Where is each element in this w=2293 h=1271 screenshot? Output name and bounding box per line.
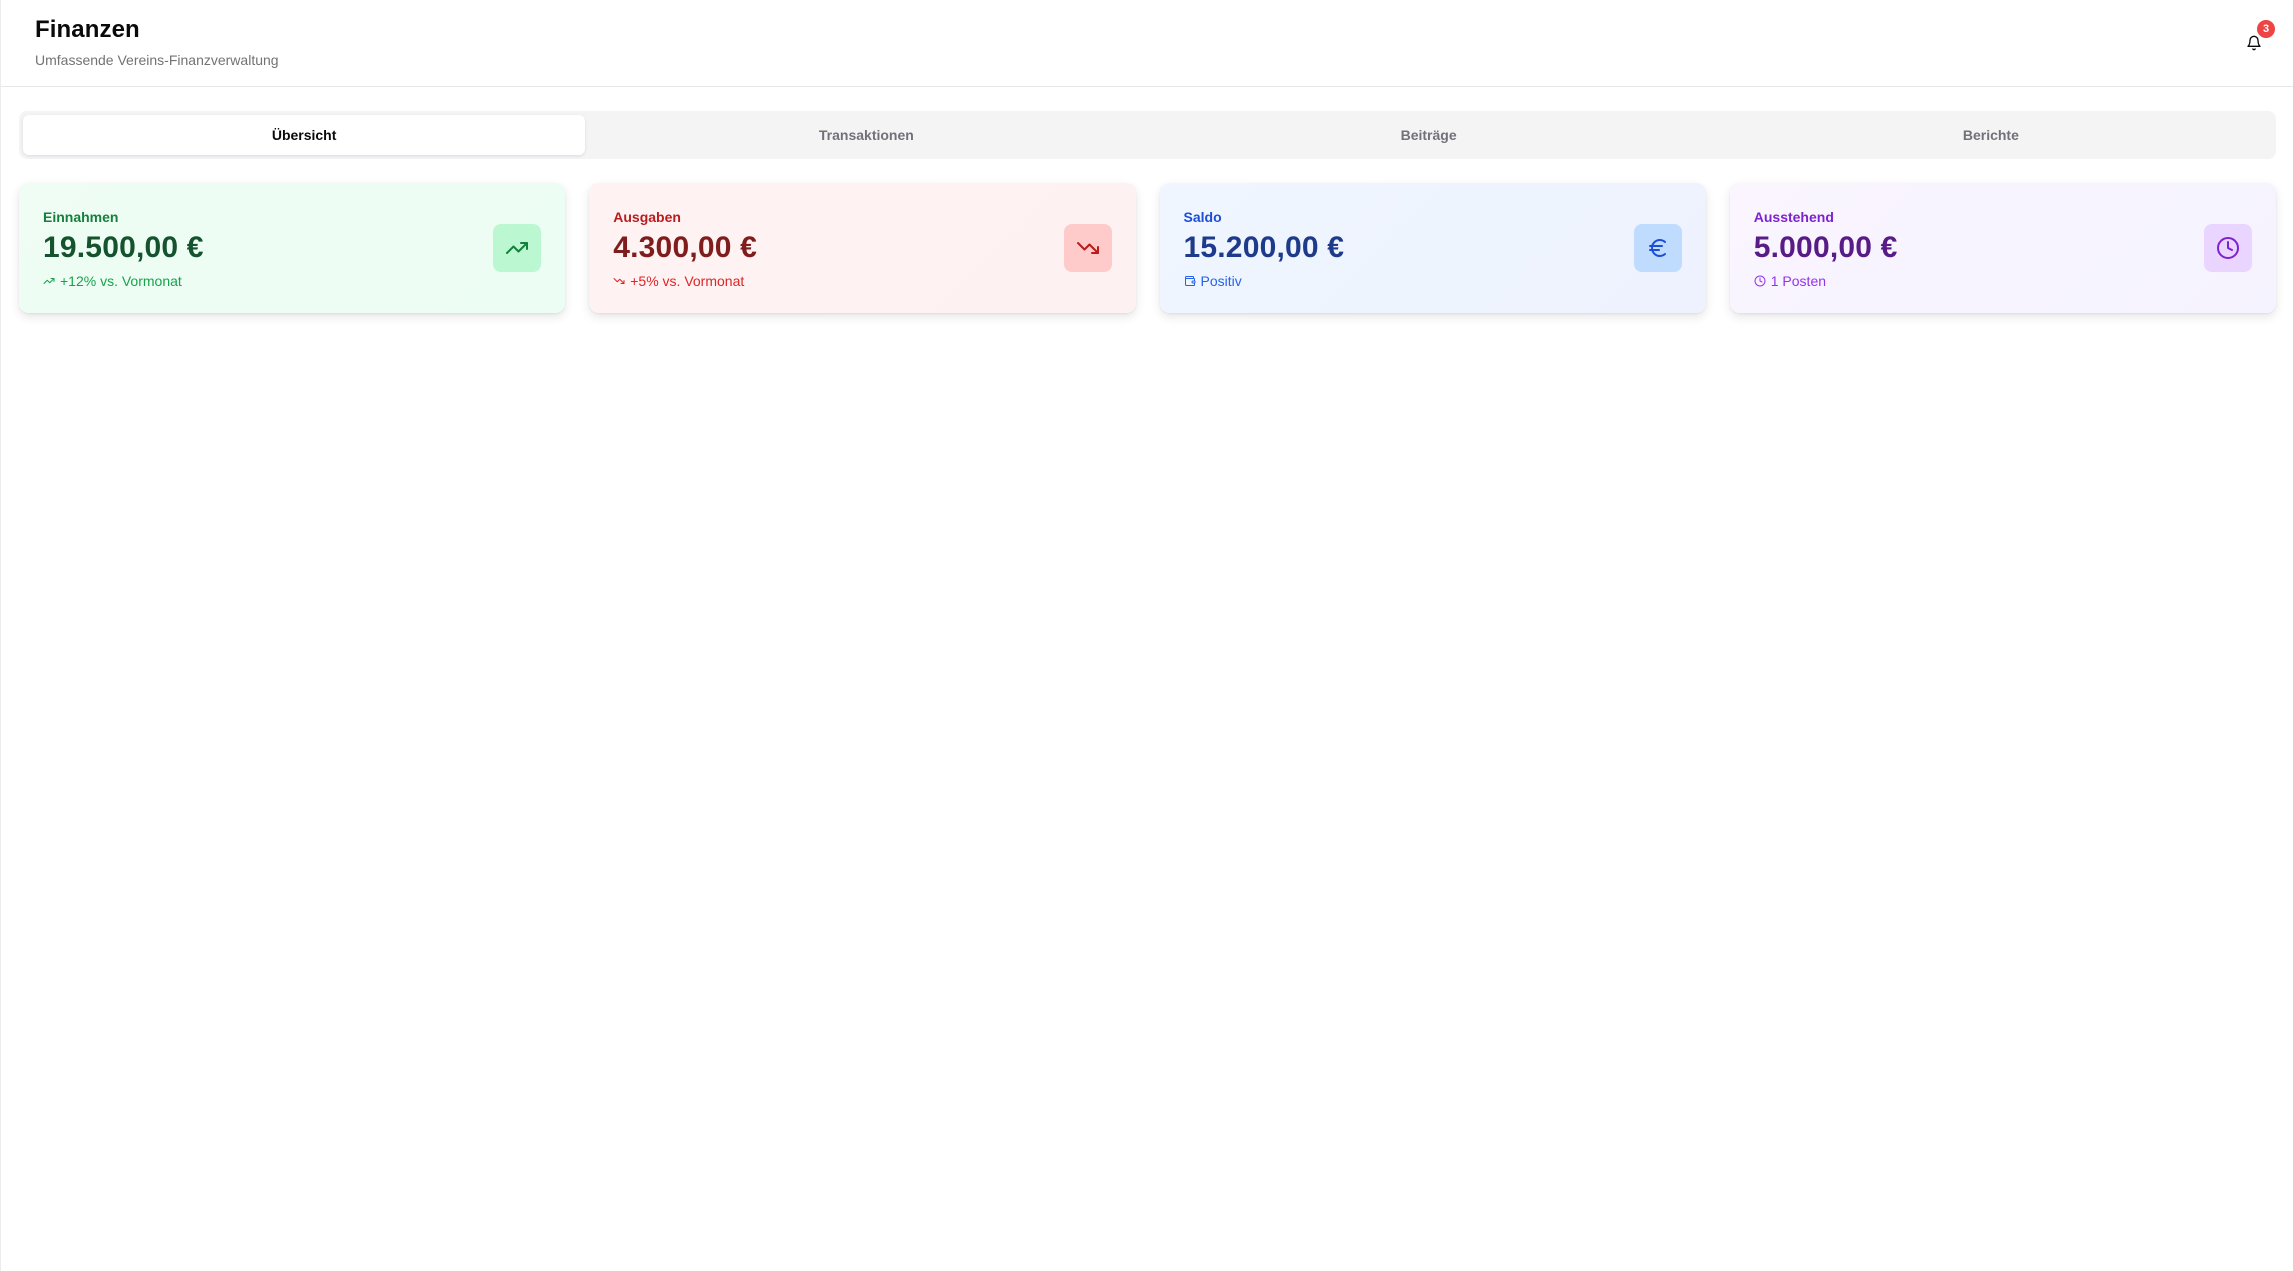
- card-value: 15.200,00 €: [1183, 231, 1345, 264]
- card-value: 5.000,00 €: [1753, 231, 1898, 264]
- pending-card: Ausstehend 5.000,00 € 1 Posten: [1729, 183, 2276, 313]
- expenses-card: Ausgaben 4.300,00 € +5% vs. Vormonat: [589, 183, 1136, 313]
- notification-badge: 3: [2257, 20, 2275, 38]
- card-trend-text: +12% vs. Vormonat: [60, 273, 182, 289]
- card-label: Saldo: [1183, 209, 1222, 225]
- clock-icon: [1754, 275, 1766, 287]
- income-card: Einnahmen 19.500,00 € +12% vs. Vormonat: [19, 183, 566, 313]
- bell-icon: [2247, 35, 2261, 51]
- tab-uebersicht[interactable]: Übersicht: [23, 115, 586, 155]
- trending-down-icon: [613, 278, 625, 284]
- page-subtitle: Umfassende Vereins-Finanzverwaltung: [35, 52, 279, 68]
- card-trend: +12% vs. Vormonat: [43, 273, 182, 289]
- card-label: Einnahmen: [43, 209, 119, 225]
- card-trend-text: +5% vs. Vormonat: [630, 273, 745, 289]
- card-label: Ausgaben: [613, 209, 681, 225]
- trending-down-icon: [1076, 242, 1099, 254]
- card-trend-text: Positiv: [1200, 273, 1242, 289]
- card-icon: [493, 224, 542, 272]
- card-icon: [1633, 224, 1682, 272]
- tab-list: Übersicht Transaktionen Beiträge Bericht…: [19, 111, 2276, 159]
- summary-cards: Einnahmen 19.500,00 € +12% vs. Vormonat …: [19, 183, 2276, 313]
- euro-icon: [1648, 238, 1666, 257]
- card-trend: 1 Posten: [1754, 273, 1826, 289]
- card-trend-text: 1 Posten: [1770, 273, 1827, 289]
- tab-beitraege[interactable]: Beiträge: [1148, 115, 1710, 155]
- page-header: Finanzen Umfassende Vereins-Finanzverwal…: [1, 0, 2293, 87]
- card-label: Ausstehend: [1753, 209, 1834, 225]
- tab-transaktionen[interactable]: Transaktionen: [585, 115, 1147, 155]
- balance-card: Saldo 15.200,00 € Positiv: [1159, 183, 1706, 313]
- trending-up-icon: [506, 242, 529, 254]
- tab-berichte[interactable]: Berichte: [1710, 115, 2272, 155]
- card-trend: Positiv: [1184, 273, 1242, 289]
- wallet-icon: [1184, 276, 1195, 286]
- card-trend: +5% vs. Vormonat: [613, 273, 744, 289]
- clock-icon: [2217, 237, 2239, 259]
- app-root: Finanzen Umfassende Vereins-Finanzverwal…: [0, 0, 2293, 1271]
- page-title: Finanzen: [35, 16, 140, 43]
- trending-up-icon: [43, 278, 55, 284]
- card-value: 19.500,00 €: [43, 231, 204, 264]
- card-value: 4.300,00 €: [613, 231, 758, 264]
- card-icon: [2204, 224, 2252, 272]
- card-icon: [1063, 224, 1112, 272]
